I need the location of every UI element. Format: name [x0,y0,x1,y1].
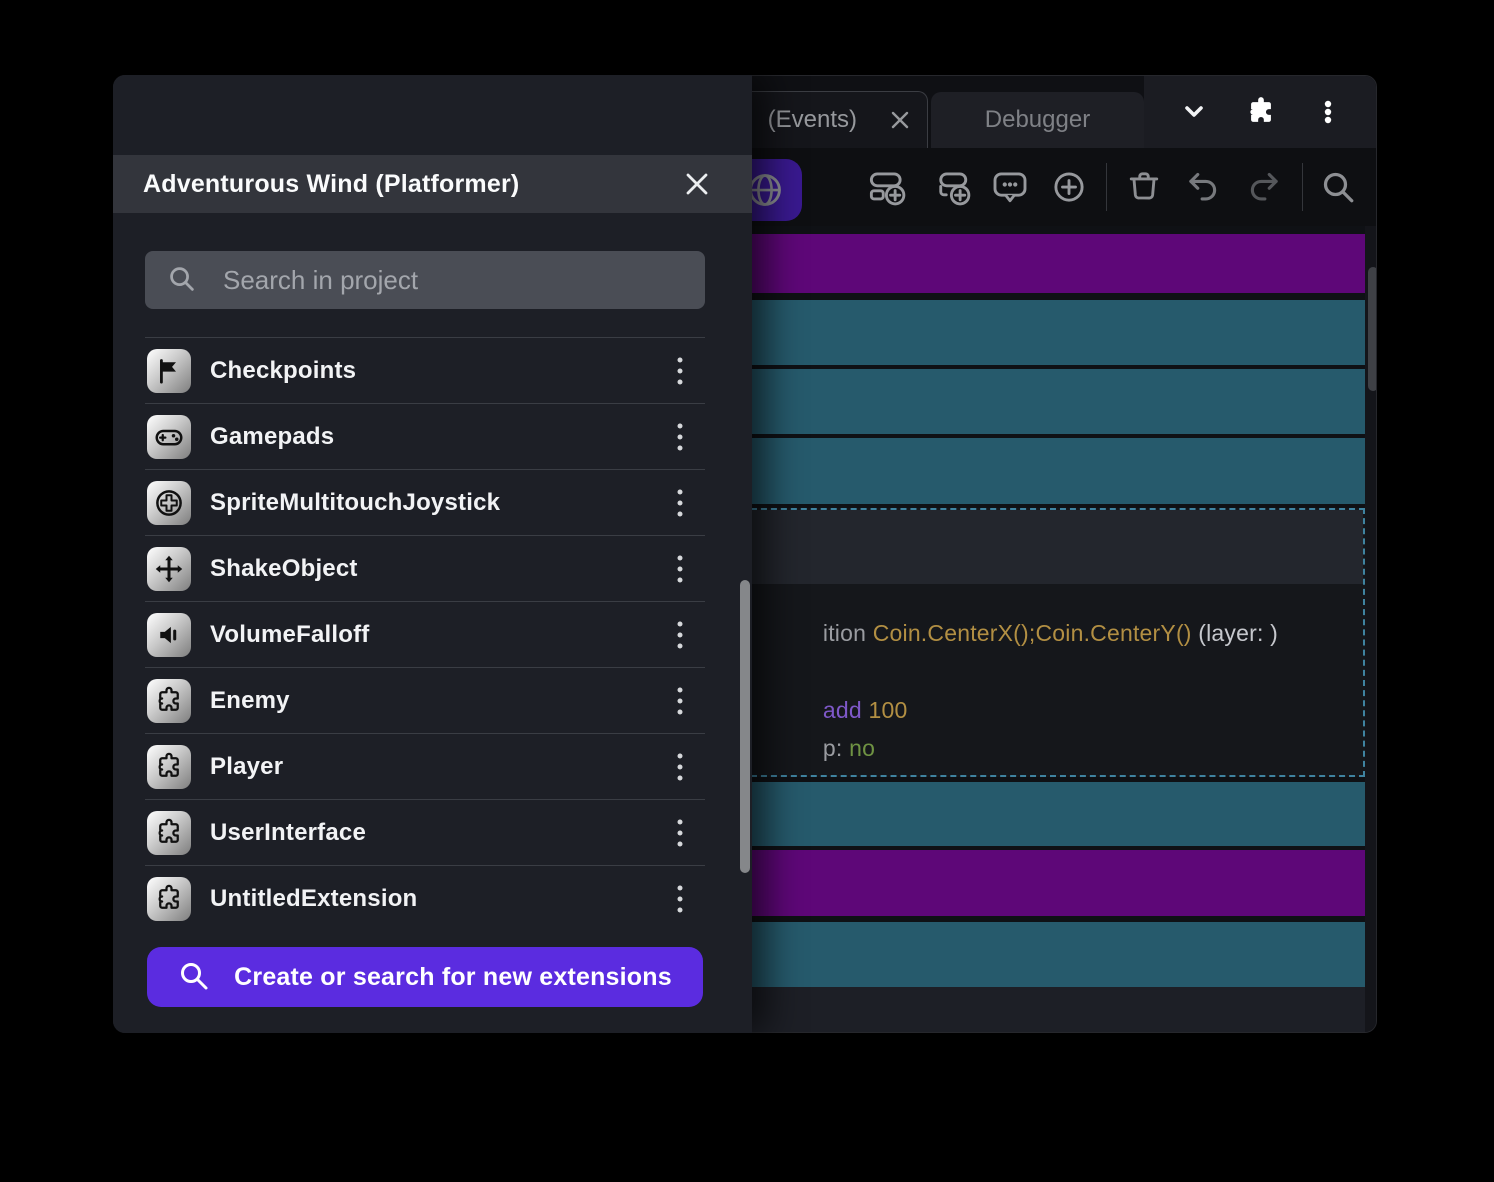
tab-debugger-label: Debugger [984,106,1091,133]
event-row[interactable] [741,782,1365,846]
project-manager-panel: Adventurous Wind (Platformer) Search in … [113,75,752,1033]
event-row[interactable] [741,234,1365,293]
project-manager-header: Adventurous Wind (Platformer) [113,155,752,213]
add-other-event-button[interactable] [1049,167,1089,207]
screen: (Events) Debugger ition Coin.CenterX();C… [0,0,1494,1182]
extension-list-item[interactable]: UntitledExtension [145,865,705,931]
plus-circle-icon [1054,172,1084,202]
event-action-line[interactable]: ition Coin.CenterX();Coin.CenterY() (lay… [757,593,1278,674]
puzzle-icon [147,810,191,855]
undo-button[interactable] [1184,167,1224,207]
redo-icon [1250,172,1278,201]
panel-scrollbar-thumb[interactable] [740,580,750,873]
extensions-puzzle-icon[interactable] [1244,95,1278,129]
action-text: ition [822,620,873,646]
action-value: no [849,735,876,761]
add-event-button[interactable] [867,167,907,207]
puzzle-icon [147,744,191,789]
extension-menu-button[interactable] [665,613,695,657]
search-icon [170,267,194,291]
tab-events-label: (Events) [767,106,857,133]
create-extension-label: Create or search for new extensions [234,962,672,991]
trash-icon [1129,172,1159,200]
extension-menu-button[interactable] [665,811,695,855]
undo-icon [1189,172,1217,201]
extension-menu-button[interactable] [665,547,695,591]
add-comment-button[interactable] [990,167,1030,207]
extension-list-item[interactable]: SpriteMultitouchJoystick [145,469,705,535]
project-search-box[interactable] [145,251,705,309]
action-expression: Coin.CenterX();Coin.CenterY() [872,620,1192,646]
event-action-line[interactable]: p: no [757,708,875,789]
selected-event-block[interactable]: ition Coin.CenterX();Coin.CenterY() (lay… [741,508,1365,777]
chevron-down-icon[interactable] [1178,96,1210,128]
extension-name: Gamepads [210,422,335,450]
extension-list-item[interactable]: VolumeFalloff [145,601,705,667]
overflow-menu-icon[interactable] [1312,96,1344,128]
extension-list-item[interactable]: Checkpoints [145,337,705,403]
extension-list: Checkpoints Gamepads SpriteMultitouchJoy… [145,337,705,931]
tab-bar-actions [1144,76,1376,148]
event-row[interactable] [741,369,1365,434]
extension-list-item[interactable]: Gamepads [145,403,705,469]
extension-name: UserInterface [210,818,367,846]
event-row[interactable] [741,438,1365,504]
extension-list-item[interactable]: Enemy [145,667,705,733]
events-scrollbar-thumb[interactable] [1368,267,1376,391]
extension-list-item[interactable]: ShakeObject [145,535,705,601]
extension-menu-button[interactable] [665,745,695,789]
extension-name: VolumeFalloff [210,620,370,648]
extension-list-item[interactable]: Player [145,733,705,799]
puzzle-icon [147,876,191,921]
event-row[interactable] [741,300,1365,365]
action-text: p: [822,735,850,761]
delete-button[interactable] [1124,167,1164,207]
toolbar-divider [1302,163,1303,211]
extension-name: SpriteMultitouchJoystick [210,488,501,516]
create-extension-button[interactable]: Create or search for new extensions [147,947,703,1007]
close-tab-icon[interactable] [890,110,910,130]
extension-menu-button[interactable] [665,415,695,459]
add-subevent-button[interactable] [932,167,972,207]
extension-name: UntitledExtension [210,884,418,912]
event-conditions-area[interactable] [743,510,1363,584]
redo-button[interactable] [1243,167,1283,207]
add-subevent-icon [939,172,971,206]
flag-icon [147,348,191,393]
extension-name: Player [210,752,284,780]
extension-menu-button[interactable] [665,679,695,723]
extension-list-item[interactable]: UserInterface [145,799,705,865]
comment-icon [993,172,1027,203]
search-icon [1323,172,1354,203]
project-title: Adventurous Wind (Platformer) [143,169,520,198]
action-suffix: (layer: ) [1191,620,1279,646]
extension-name: Checkpoints [210,356,357,384]
puzzle-icon [147,678,191,723]
close-icon [686,173,708,195]
toolbar-divider [1106,163,1107,211]
add-event-icon [869,172,906,206]
extension-menu-button[interactable] [665,877,695,921]
event-row[interactable] [741,850,1365,916]
extension-menu-button[interactable] [665,349,695,393]
gamepad-icon [147,414,191,459]
event-row[interactable] [741,922,1365,987]
extension-menu-button[interactable] [665,481,695,525]
search-icon [181,963,208,990]
joystick-icon [147,480,191,525]
project-search-input[interactable] [221,263,687,297]
move-arrows-icon [147,546,191,591]
extension-name: Enemy [210,686,290,714]
speaker-icon [147,612,191,657]
tab-debugger[interactable]: Debugger [931,92,1144,148]
close-panel-button[interactable] [679,166,715,202]
search-events-button[interactable] [1318,167,1358,207]
extension-name: ShakeObject [210,554,358,582]
